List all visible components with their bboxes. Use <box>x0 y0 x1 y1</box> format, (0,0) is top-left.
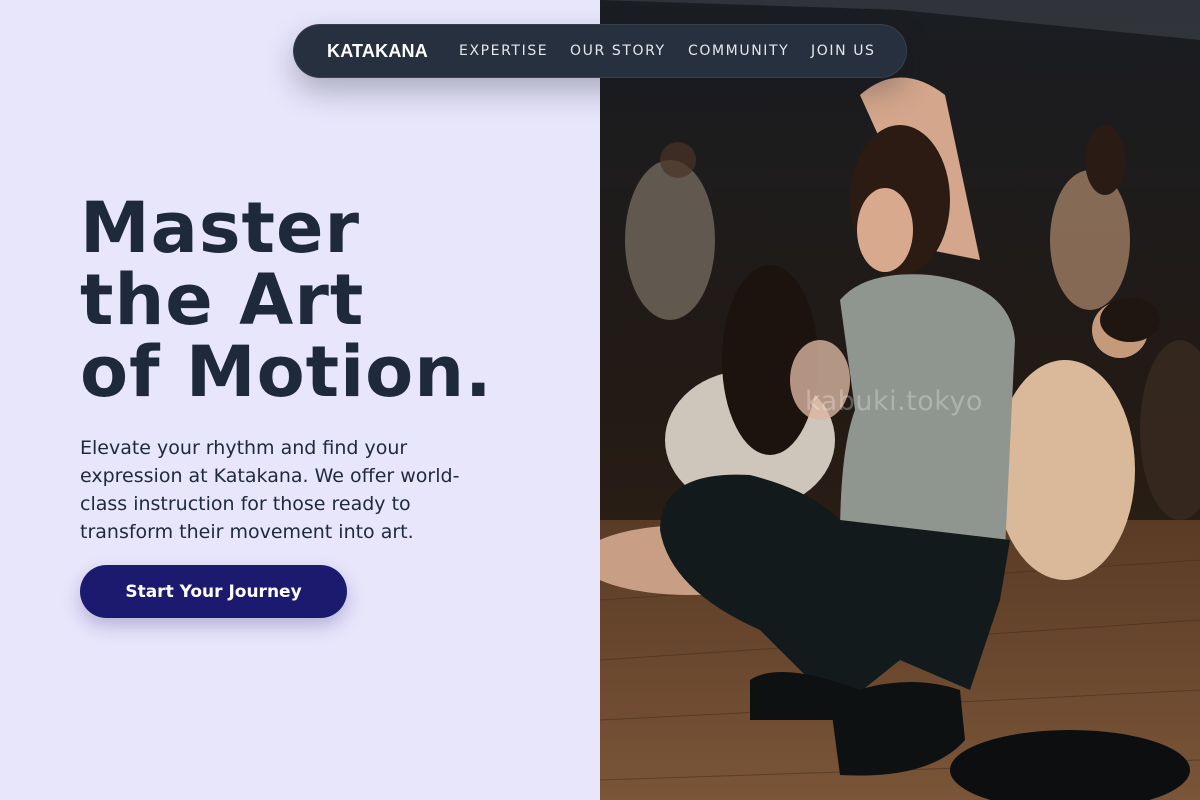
start-journey-button[interactable]: Start Your Journey <box>80 565 347 618</box>
brand-logo[interactable]: KATAKANA <box>327 41 428 62</box>
hero-title-line-3: of Motion. <box>80 331 493 413</box>
hero-panel: Master the Art of Motion. Elevate your r… <box>0 0 600 800</box>
top-navigation: KATAKANA EXPERTISE OUR STORY COMMUNITY J… <box>293 24 907 78</box>
hero-title-line-1: Master <box>80 187 361 269</box>
nav-link-join-us[interactable]: JOIN US <box>811 43 876 59</box>
hero-title: Master the Art of Motion. <box>80 192 560 408</box>
hero-description: Elevate your rhythm and find your expres… <box>80 437 460 543</box>
nav-link-expertise[interactable]: EXPERTISE <box>459 43 548 59</box>
nav-link-community[interactable]: COMMUNITY <box>688 43 789 59</box>
nav-link-our-story[interactable]: OUR STORY <box>570 43 666 59</box>
photo-watermark: kabuki.tokyo <box>805 386 983 417</box>
dance-studio-photo: kabuki.tokyo <box>600 0 1200 800</box>
hero-title-line-2: the Art <box>80 259 365 341</box>
